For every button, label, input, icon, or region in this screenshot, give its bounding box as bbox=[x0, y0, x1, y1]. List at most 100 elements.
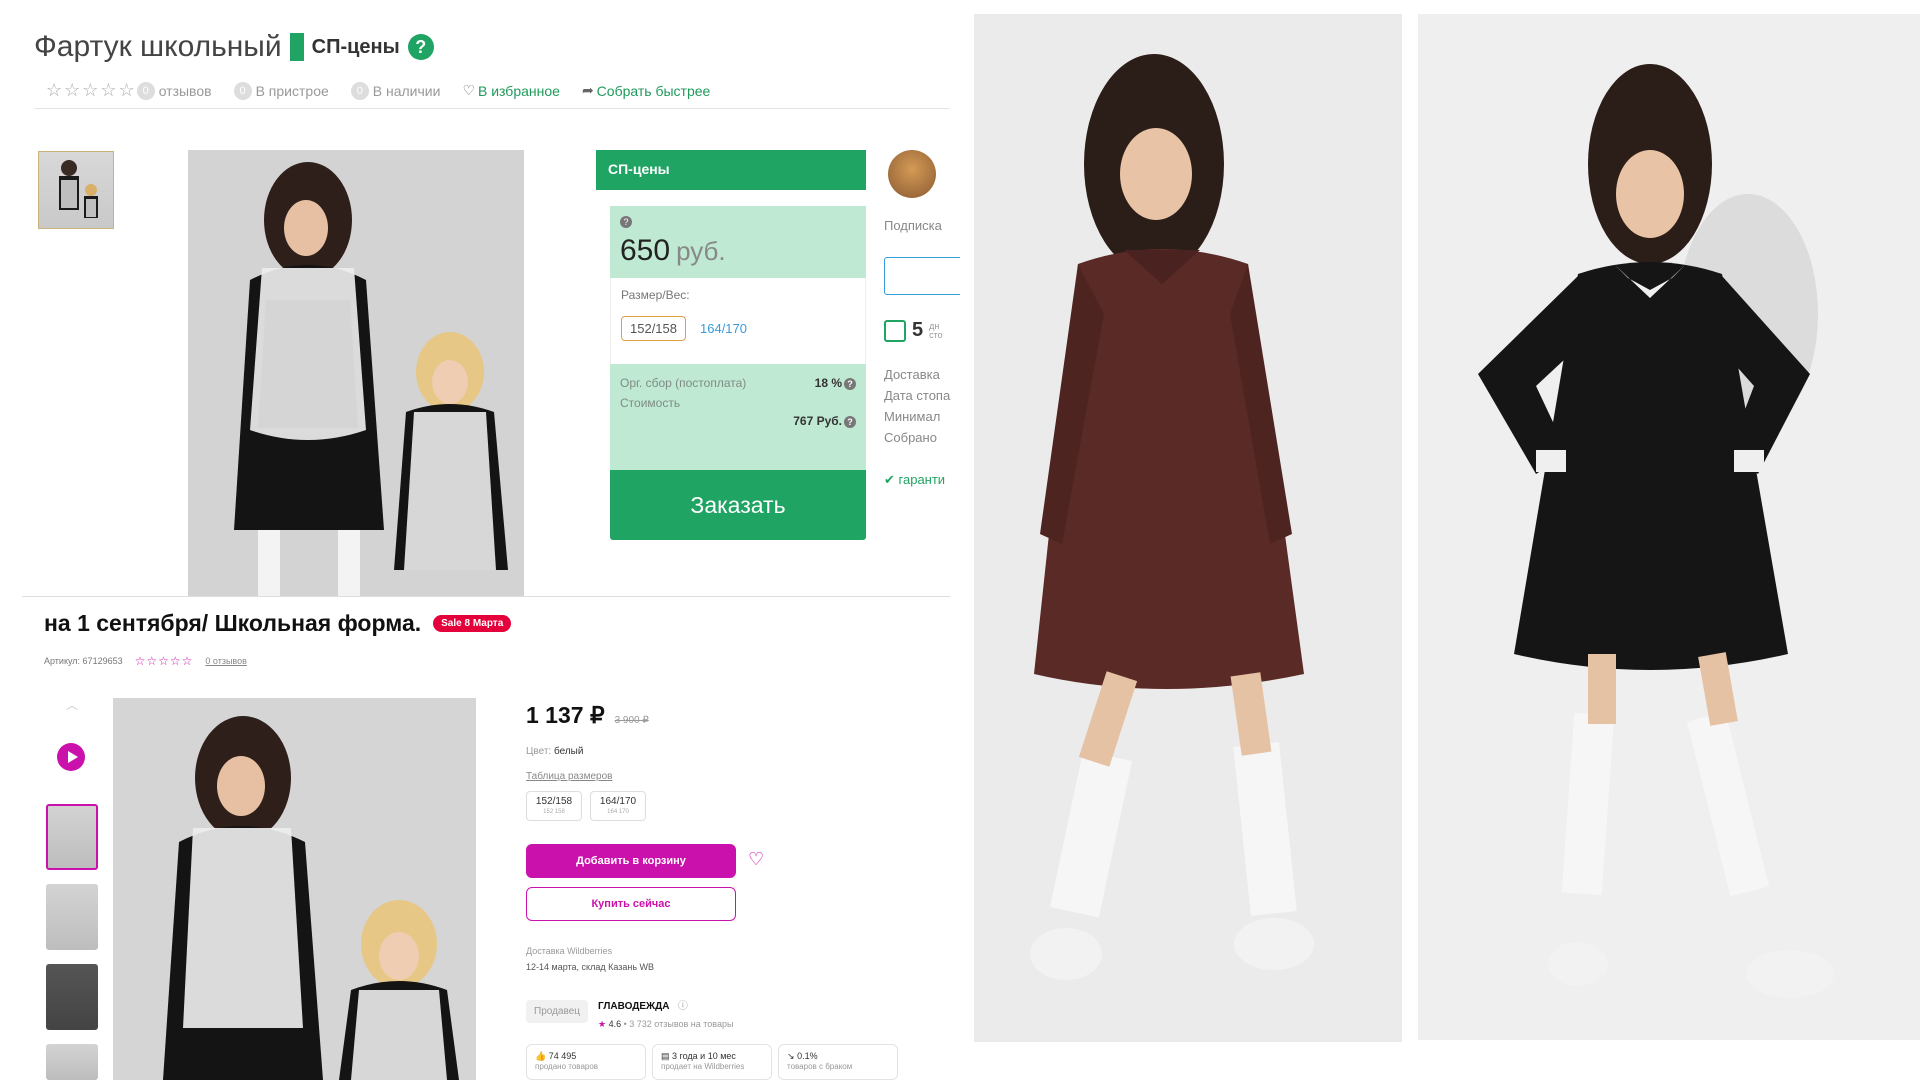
heart-icon[interactable]: ♡ bbox=[748, 849, 764, 870]
size-option[interactable]: 164/170 bbox=[700, 321, 747, 336]
gallery-thumbnail[interactable] bbox=[46, 1044, 98, 1080]
price-help-icon[interactable]: ? bbox=[620, 216, 632, 228]
color-label: Цвет: bbox=[526, 746, 552, 757]
model-photo-black-dress[interactable] bbox=[1418, 14, 1920, 1040]
purchase-info: Доставка Дата стопа Минимал Собрано bbox=[884, 364, 960, 448]
thumbs-up-icon: 👍 bbox=[535, 1051, 547, 1061]
reviews-link[interactable]: 0 отзывов bbox=[205, 656, 247, 666]
seller-reviews: 3 732 отзывов на товары bbox=[629, 1019, 734, 1029]
order-button[interactable]: Заказать bbox=[610, 470, 866, 540]
size-label: Размер/Вес: bbox=[621, 288, 690, 302]
rating-stars-icon: ☆☆☆☆☆ bbox=[46, 80, 137, 100]
calendar-icon: ▤ bbox=[661, 1051, 670, 1061]
favorite-link[interactable]: ♡ В избранное bbox=[462, 82, 560, 99]
product-main-photo[interactable] bbox=[113, 698, 476, 1080]
stat-value: 74 495 bbox=[548, 1051, 577, 1061]
seller-rating-row: ★ 4.6 • 3 732 отзывов на товары bbox=[598, 1019, 733, 1030]
gallery-thumbnail-active[interactable] bbox=[46, 804, 98, 870]
share-arrow-icon: ➦ bbox=[581, 82, 594, 98]
delivery-info: Доставка Wildberries 12-14 марта, склад … bbox=[526, 943, 654, 975]
price-currency: руб. bbox=[676, 236, 726, 266]
info-line-collected: Собрано bbox=[884, 430, 937, 445]
collect-label: Собрать быстрее bbox=[596, 82, 711, 99]
cost-value: 767 Руб. bbox=[793, 414, 842, 428]
stat-label: продано товаров bbox=[535, 1062, 599, 1071]
rating-group[interactable]: ☆☆☆☆☆ 0 отзывов bbox=[46, 80, 212, 101]
seller-stats: 👍 74 495 продано товаров ▤ 3 года и 10 м… bbox=[526, 1044, 898, 1080]
apron-models-illustration bbox=[113, 698, 476, 1080]
seller-button[interactable]: Продавец bbox=[526, 1000, 588, 1023]
current-price: 1 137 ₽ bbox=[526, 702, 605, 728]
size-main: 152/158 bbox=[535, 796, 573, 807]
color-row: Цвет: белый bbox=[526, 746, 583, 757]
stock-label: В наличии bbox=[372, 82, 441, 99]
collage-canvas: Фартук школьный СП-цены ? ☆☆☆☆☆ 0 отзыво… bbox=[0, 0, 1920, 1080]
organizer-avatar[interactable] bbox=[888, 150, 936, 198]
info-line-minimum: Минимал bbox=[884, 409, 941, 424]
old-price: 3 900 ₽ bbox=[614, 715, 649, 726]
organizer-sidebar: Подписка 5 дн сто Доставка Дата стопа Мин… bbox=[884, 150, 960, 530]
calendar-icon bbox=[884, 319, 906, 342]
size-selector: Размер/Вес: 152/158 164/170 bbox=[610, 278, 866, 364]
cost-help-icon[interactable]: ? bbox=[844, 416, 856, 428]
seller-name[interactable]: ГЛАВОДЕЖДА bbox=[598, 1001, 669, 1012]
sale-badge: Sale 8 Марта bbox=[433, 615, 512, 632]
gallery-thumbnail[interactable] bbox=[46, 884, 98, 950]
size-option-selected[interactable]: 152/158 bbox=[621, 316, 686, 341]
stock-count: 0 bbox=[350, 81, 369, 100]
size-main: 164/170 bbox=[599, 796, 637, 807]
bullet-separator: • bbox=[623, 1019, 627, 1029]
subscription-button[interactable] bbox=[884, 257, 960, 295]
add-to-cart-button[interactable]: Добавить в корзину bbox=[526, 844, 736, 878]
subscription-label[interactable]: Подписка bbox=[884, 218, 960, 233]
info-icon[interactable]: ⓘ bbox=[678, 1001, 688, 1012]
product-main-photo[interactable] bbox=[188, 150, 524, 596]
sp-badge-bar bbox=[289, 33, 304, 61]
org-fee-label: Орг. сбор (постоплата) bbox=[620, 376, 747, 390]
size-option[interactable]: 164/170 164 170 bbox=[590, 791, 646, 821]
product-meta-bar: ☆☆☆☆☆ 0 отзывов 0 В пристрое 0 В наличии… bbox=[46, 80, 710, 101]
stat-age: ▤ 3 года и 10 мес продает на Wildberries bbox=[652, 1044, 772, 1080]
trend-down-icon: ↘ bbox=[787, 1051, 795, 1061]
fee-help-icon[interactable]: ? bbox=[844, 378, 856, 390]
apron-models-illustration bbox=[188, 150, 524, 596]
favorite-label: В избранное bbox=[478, 82, 560, 99]
thumbnail-figure-icon bbox=[59, 160, 98, 218]
delivery-title: Доставка Wildberries bbox=[526, 946, 613, 956]
delivery-text: 12-14 марта, склад Казань WB bbox=[526, 962, 655, 972]
question-circle-icon[interactable]: ? bbox=[407, 34, 434, 60]
stat-label: товаров с браком bbox=[787, 1062, 853, 1071]
stat-value: 3 года и 10 мес bbox=[672, 1051, 736, 1061]
play-video-button[interactable] bbox=[57, 743, 85, 771]
size-table-link[interactable]: Таблица размеров bbox=[526, 771, 612, 782]
buy-now-button[interactable]: Купить сейчас bbox=[526, 887, 736, 921]
collect-faster-link[interactable]: ➦ Собрать быстрее bbox=[582, 82, 710, 99]
black-dress-model-illustration bbox=[1418, 14, 1920, 1040]
product-title-text: Фартук школьный bbox=[34, 30, 282, 63]
model-photo-brown-dress[interactable] bbox=[974, 14, 1402, 1042]
divider bbox=[22, 596, 950, 597]
size-options: 152/158 152 158 164/170 164 170 bbox=[526, 791, 646, 821]
product-title: Фартук школьный СП-цены ? bbox=[34, 30, 434, 64]
stock-link[interactable]: 0 В наличии bbox=[350, 81, 441, 100]
wb-product-panel: на 1 сентября/ Школьная форма. Sale 8 Ма… bbox=[0, 610, 960, 1080]
org-fee-value: 18 % bbox=[814, 376, 842, 390]
size-sub: 152 158 bbox=[543, 809, 565, 815]
size-option[interactable]: 152/158 152 158 bbox=[526, 791, 582, 821]
sp-badge-label: СП-цены bbox=[311, 35, 400, 58]
divider bbox=[34, 108, 950, 109]
gallery-thumbnail[interactable] bbox=[46, 964, 98, 1030]
check-circle-icon: ✔ bbox=[884, 472, 895, 487]
star-icon: ★ bbox=[597, 1019, 607, 1029]
product-thumbnail[interactable] bbox=[38, 151, 114, 229]
guarantee-link[interactable]: ✔ гаранти bbox=[884, 472, 960, 488]
chevron-up-icon[interactable]: ︿ bbox=[66, 696, 78, 713]
stat-value: 0.1% bbox=[797, 1051, 818, 1061]
article-row: Артикул: 67129653 ☆☆☆☆☆ 0 отзывов bbox=[44, 654, 247, 668]
seller-block: Продавец ГЛАВОДЕЖДА ⓘ ★ 4.6 • 3 732 отзы… bbox=[526, 996, 733, 1030]
article-number: Артикул: 67129653 bbox=[44, 656, 123, 666]
size-sub: 164 170 bbox=[607, 809, 629, 815]
brown-dress-model-illustration bbox=[974, 14, 1402, 1042]
product-title-text: на 1 сентября/ Школьная форма. bbox=[44, 610, 422, 636]
attached-link[interactable]: 0 В пристрое bbox=[233, 81, 329, 100]
